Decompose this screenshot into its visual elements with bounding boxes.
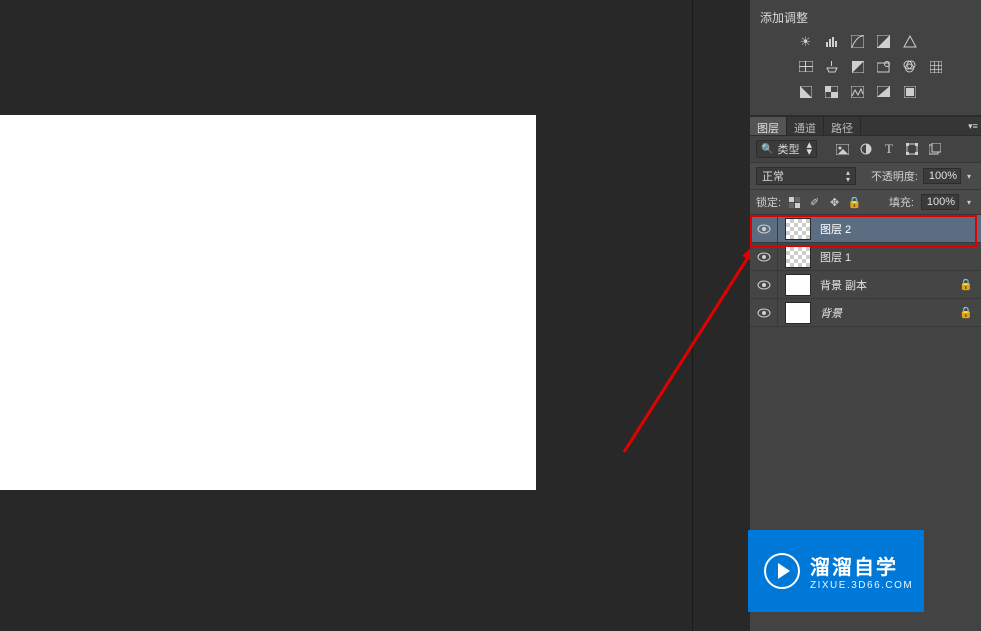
layer-row[interactable]: 图层 2 xyxy=(750,215,981,243)
panel-menu-icon[interactable]: ▾≡ xyxy=(965,117,981,135)
lock-row: 锁定: ✐ ✥ 🔒 填充: 100% ▾ xyxy=(750,190,981,215)
opacity-input[interactable]: 100% xyxy=(923,168,961,184)
watermark-title: 溜溜自学 xyxy=(810,551,913,580)
tab-channels[interactable]: 通道 xyxy=(787,117,824,135)
adjustments-row-1: ☀ xyxy=(760,34,971,49)
layer-visibility-toggle[interactable] xyxy=(750,299,778,326)
chevron-down-icon[interactable]: ▾ xyxy=(967,198,975,207)
layer-thumbnail[interactable] xyxy=(785,302,811,324)
chevron-down-icon[interactable]: ▾ xyxy=(967,172,975,181)
chevron-updown-icon: ▴▾ xyxy=(806,142,812,156)
bw-icon[interactable] xyxy=(850,59,865,74)
eye-icon xyxy=(757,252,771,262)
layer-visibility-toggle[interactable] xyxy=(750,271,778,298)
layer-row[interactable]: 背景 🔒 xyxy=(750,299,981,327)
document-canvas[interactable] xyxy=(0,115,536,490)
selective-color-icon[interactable] xyxy=(902,84,917,99)
gradient-map-icon[interactable] xyxy=(876,84,891,99)
channel-mixer-icon[interactable] xyxy=(902,59,917,74)
lock-brush-icon[interactable]: ✐ xyxy=(808,196,821,209)
blend-mode-select[interactable]: 正常 ▴▾ xyxy=(756,167,856,185)
chevron-updown-icon: ▴▾ xyxy=(846,169,850,183)
invert-icon[interactable] xyxy=(798,84,813,99)
layer-visibility-toggle[interactable] xyxy=(750,215,778,242)
watermark-url: ZIXUE.3D66.COM xyxy=(810,580,913,591)
blend-mode-value: 正常 xyxy=(762,168,784,184)
search-icon: 🔍 xyxy=(761,144,773,155)
fill-input[interactable]: 100% xyxy=(921,194,959,210)
canvas-workspace[interactable] xyxy=(0,0,692,631)
adjustments-title: 添加调整 xyxy=(760,9,971,26)
fill-label: 填充: xyxy=(889,194,914,210)
layer-thumbnail[interactable] xyxy=(785,246,811,268)
blend-mode-row: 正常 ▴▾ 不透明度: 100% ▾ xyxy=(750,163,981,190)
lock-icon: 🔒 xyxy=(959,306,973,319)
exposure-icon[interactable] xyxy=(876,34,891,49)
panel-tab-bar: 图层 通道 路径 ▾≡ xyxy=(750,116,981,136)
play-badge-icon xyxy=(764,553,800,589)
lock-icon: 🔒 xyxy=(959,278,973,291)
filter-smart-icon[interactable] xyxy=(928,142,942,156)
adjustments-row-2 xyxy=(760,59,971,74)
eye-icon xyxy=(757,280,771,290)
lock-transparent-icon[interactable] xyxy=(788,196,801,209)
filter-pixel-icon[interactable] xyxy=(836,142,850,156)
watermark: 溜溜自学 ZIXUE.3D66.COM xyxy=(748,530,924,612)
layer-thumbnail[interactable] xyxy=(785,218,811,240)
layer-name[interactable]: 图层 1 xyxy=(814,249,981,265)
lock-all-icon[interactable]: 🔒 xyxy=(848,196,861,209)
curves-icon[interactable] xyxy=(850,34,865,49)
layer-filter-row: 🔍 类型 ▴▾ T xyxy=(750,136,981,163)
levels-icon[interactable] xyxy=(824,34,839,49)
layer-name[interactable]: 图层 2 xyxy=(814,221,981,237)
layer-thumbnail[interactable] xyxy=(785,274,811,296)
lock-move-icon[interactable]: ✥ xyxy=(828,196,841,209)
layer-name[interactable]: 背景 副本 xyxy=(814,277,959,293)
vibrance-icon[interactable] xyxy=(902,34,917,49)
lock-label: 锁定: xyxy=(756,194,781,210)
photo-filter-icon[interactable] xyxy=(876,59,891,74)
eye-icon xyxy=(757,308,771,318)
filter-type-label: 类型 xyxy=(777,141,799,157)
layer-row[interactable]: 图层 1 xyxy=(750,243,981,271)
eye-icon xyxy=(757,224,771,234)
hue-sat-icon[interactable] xyxy=(798,59,813,74)
posterize-icon[interactable] xyxy=(824,84,839,99)
brightness-icon[interactable]: ☀ xyxy=(798,34,813,49)
vertical-divider xyxy=(692,0,693,631)
adjustments-panel: 添加调整 ☀ xyxy=(750,0,981,116)
filter-type-icon[interactable]: T xyxy=(882,142,896,156)
filter-adjustment-icon[interactable] xyxy=(859,142,873,156)
filter-type-select[interactable]: 🔍 类型 ▴▾ xyxy=(756,140,817,158)
opacity-label: 不透明度: xyxy=(871,168,918,184)
layer-visibility-toggle[interactable] xyxy=(750,243,778,270)
threshold-icon[interactable] xyxy=(850,84,865,99)
layers-list: 图层 2 图层 1 背景 副本 🔒 背景 🔒 xyxy=(750,215,981,327)
tab-paths[interactable]: 路径 xyxy=(824,117,861,135)
tab-layers[interactable]: 图层 xyxy=(750,117,787,135)
color-lookup-icon[interactable] xyxy=(928,59,943,74)
adjustments-row-3 xyxy=(760,84,971,99)
layer-row[interactable]: 背景 副本 🔒 xyxy=(750,271,981,299)
layer-name[interactable]: 背景 xyxy=(814,305,959,321)
filter-shape-icon[interactable] xyxy=(905,142,919,156)
color-balance-icon[interactable] xyxy=(824,59,839,74)
